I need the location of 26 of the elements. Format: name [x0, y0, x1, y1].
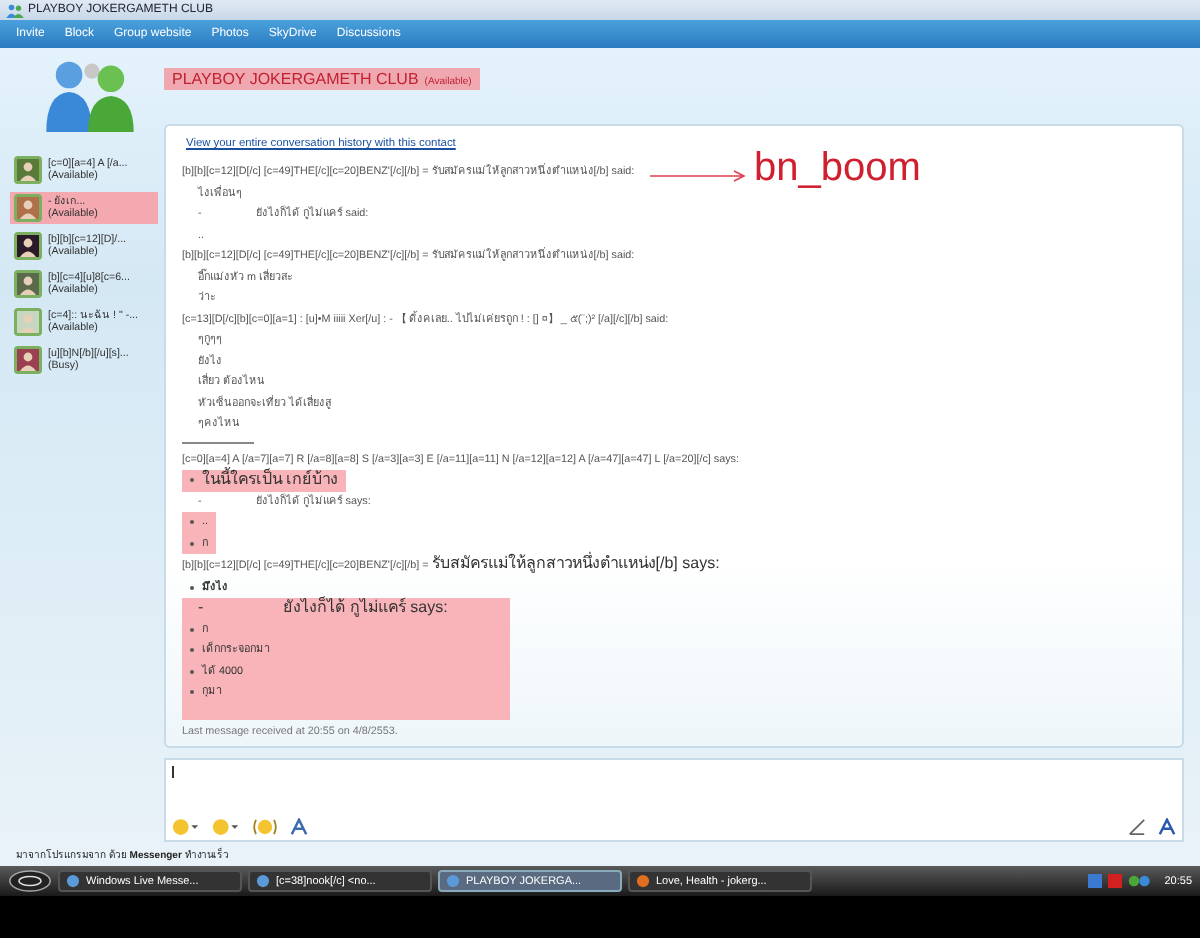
emoticon-icon[interactable] [172, 818, 200, 836]
avatar-icon [14, 194, 42, 222]
avatar-icon [14, 156, 42, 184]
annotation-text: bn_boom [754, 146, 921, 192]
avatar-icon [14, 232, 42, 260]
message-sender: - ยังไงก็ได้ กูไม่แคร์ says: [196, 598, 450, 619]
nudge-icon[interactable] [252, 818, 278, 836]
font-icon[interactable] [290, 818, 308, 836]
pen-icon[interactable] [1128, 818, 1146, 836]
avatar-icon [14, 308, 42, 336]
message-input[interactable] [164, 758, 1184, 842]
buddies-logo-icon [42, 56, 138, 132]
avatar-icon [14, 270, 42, 298]
message-text: ในนี้ใครเป็น เกย์บ้าง [202, 470, 339, 491]
app-icon [256, 874, 270, 888]
contact-title: PLAYBOY JOKERGAMETH CLUB [172, 70, 419, 88]
annotation-arrow [650, 170, 750, 182]
tray-icon[interactable] [1128, 874, 1153, 888]
people-icon [6, 3, 24, 17]
app-icon [66, 874, 80, 888]
wink-icon[interactable] [212, 818, 240, 836]
avatar-icon [14, 346, 42, 374]
app-icon [636, 874, 650, 888]
font-size-icon[interactable] [1158, 818, 1176, 836]
start-button-icon[interactable] [8, 870, 52, 892]
app-icon [446, 874, 460, 888]
